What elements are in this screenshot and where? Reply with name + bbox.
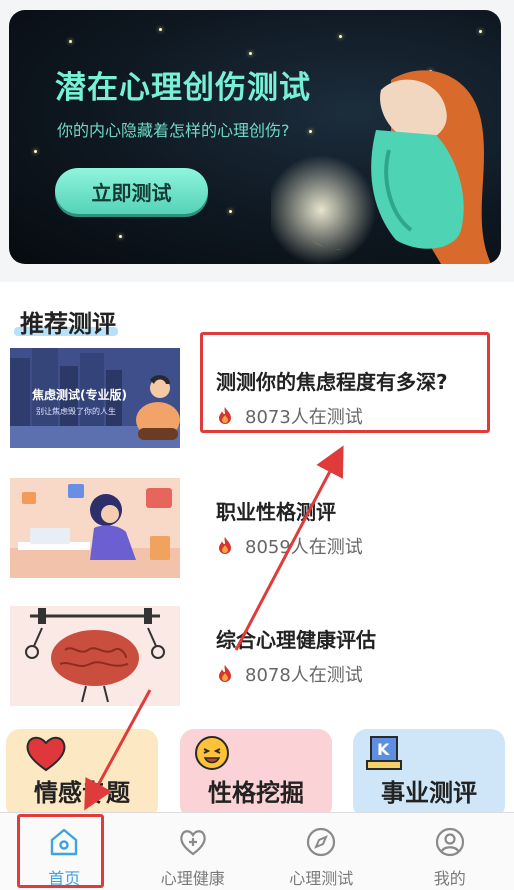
participant-count: 8078人在测试 [245, 665, 363, 686]
thumb-subtitle: 别让焦虑毁了你的人生 [36, 407, 116, 416]
brain-thumbnail [10, 606, 180, 706]
item-title: 职业性格测评 [216, 500, 336, 524]
category-career[interactable]: K 事业测评 [353, 729, 505, 819]
participant-count: 8059人在测试 [245, 537, 363, 558]
tab-mental-health[interactable]: 心理健康 [129, 813, 258, 890]
smiley-icon [195, 736, 229, 770]
user-icon [435, 827, 464, 857]
compass-icon [307, 827, 336, 857]
category-personality[interactable]: 性格挖掘 [180, 729, 332, 819]
category-label: 情感专题 [34, 779, 130, 807]
test-item-career-personality[interactable]: 职业性格测评 8059人在测试 [0, 478, 514, 578]
promo-banner[interactable]: 潜在心理创伤测试 你的内心隐藏着怎样的心理创伤? 立即测试 [9, 10, 501, 264]
career-thumbnail [10, 478, 180, 578]
heart-plus-icon [179, 830, 206, 856]
banner-subtitle: 你的内心隐藏着怎样的心理创伤? [57, 121, 290, 140]
tab-label: 我的 [433, 869, 466, 888]
category-label: 事业测评 [381, 779, 477, 807]
start-test-button[interactable]: 立即测试 [55, 168, 208, 214]
tab-psych-test[interactable]: 心理测试 [257, 813, 386, 890]
section-title: 推荐测评 [20, 310, 116, 338]
item-meta: 8059人在测试 [215, 533, 363, 559]
thumb-title: 焦虑测试(专业版) [32, 388, 127, 402]
tab-label: 心理健康 [160, 869, 225, 888]
anxiety-thumbnail: 焦虑测试(专业版) 别让焦虑毁了你的人生 [10, 348, 180, 448]
annotation-highlight-box [200, 332, 490, 433]
item-meta: 8078人在测试 [215, 661, 363, 687]
test-item-mental-health[interactable]: 综合心理健康评估 8078人在测试 [0, 606, 514, 706]
k-board-icon: K [366, 736, 402, 770]
item-title: 综合心理健康评估 [216, 628, 376, 652]
fire-icon [219, 537, 231, 554]
top-area: 潜在心理创伤测试 你的内心隐藏着怎样的心理创伤? 立即测试 [0, 0, 514, 282]
annotation-highlight-box-home [17, 814, 104, 888]
category-label: 性格挖掘 [208, 779, 304, 807]
fire-icon [219, 665, 231, 682]
category-emotion[interactable]: 情感专题 [6, 729, 158, 819]
tab-profile[interactable]: 我的 [386, 813, 514, 890]
moon-girl-illustration [271, 70, 491, 264]
heart-icon [26, 736, 66, 772]
tab-label: 心理测试 [289, 869, 354, 888]
svg-text:K: K [377, 740, 390, 759]
